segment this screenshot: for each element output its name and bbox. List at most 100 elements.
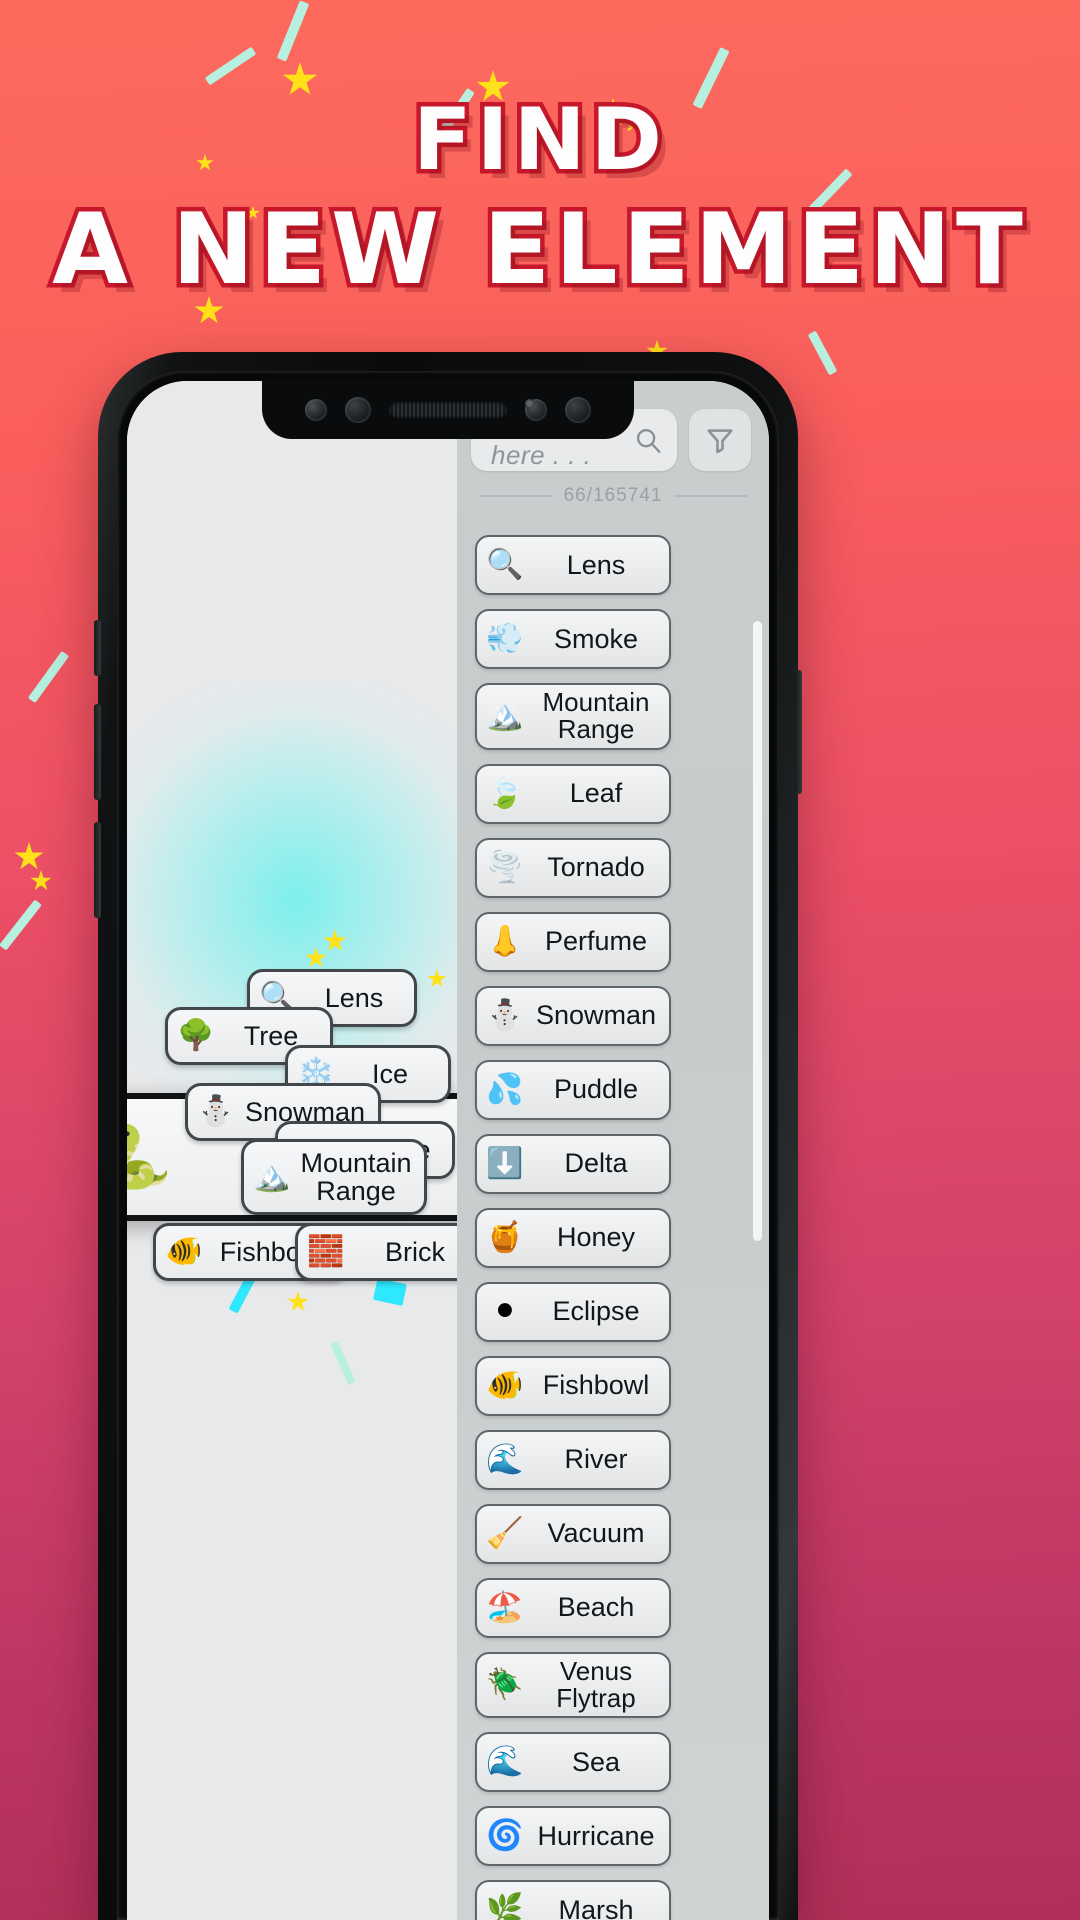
element-chip[interactable]: 🌊 Sea	[475, 1732, 671, 1793]
smoke-emoji: 💨	[486, 621, 524, 656]
river-wave-emoji: 🌊	[486, 1441, 524, 1477]
star-decoration	[287, 1291, 309, 1312]
element-chip-label: Lens	[566, 549, 626, 580]
filter-funnel-icon	[707, 429, 733, 454]
phone-screen: 🐍 Sea Serpent 🔍Lens🌳Tree❄️Ice⛄Snowman⚫Ec…	[127, 381, 769, 1920]
headline: FIND A NEW ELEMENT	[0, 88, 1080, 307]
star-decoration	[14, 842, 44, 870]
confetti-square	[373, 1278, 407, 1306]
canvas-element-chip[interactable]: 🧱 Brick	[295, 1223, 457, 1281]
counter-divider-right	[674, 495, 748, 497]
crafting-canvas[interactable]: 🐍 Sea Serpent 🔍Lens🌳Tree❄️Ice⛄Snowman⚫Ec…	[127, 381, 457, 1920]
element-chip-label: Hurricane	[537, 1821, 655, 1852]
streak-decoration	[438, 87, 475, 137]
element-list-scrollbar[interactable]	[753, 621, 762, 1241]
element-chip-label: Sea	[571, 1747, 621, 1778]
star-decoration	[196, 154, 214, 171]
star-decoration	[323, 929, 347, 951]
element-chip[interactable]: 🏔️ Mountain Range	[475, 683, 671, 750]
element-counter-row: 66/165741	[457, 471, 769, 511]
element-chip-label: Honey	[556, 1222, 636, 1253]
phone-side-button-volume-down[interactable]	[94, 822, 101, 918]
element-chip-label: Vacuum	[547, 1518, 645, 1549]
snowman-emoji: ⛄	[197, 1094, 235, 1129]
phone-side-button-volume-up[interactable]	[94, 704, 101, 800]
element-chip[interactable]: 👃 Perfume	[475, 911, 671, 972]
headline-line-2: A NEW ELEMENT	[48, 193, 1028, 307]
element-chip[interactable]: 🏖️ Beach	[475, 1577, 671, 1638]
venus-flytrap-emoji: 🪲	[486, 1666, 524, 1702]
element-chip[interactable]: 🧹 Vacuum	[475, 1503, 671, 1564]
element-library-panel: Search here . . .	[457, 381, 769, 1920]
honey-pot-emoji: 🍯	[486, 1219, 524, 1255]
element-chip[interactable]: 💨 Smoke	[475, 609, 671, 669]
element-list-scroll-area[interactable]: 🔍 Lens 💨 Smoke 🏔️ Mountain Range 🍃 Leaf 🌪️ Tornado…	[457, 531, 769, 1920]
phone-mockup: 🐍 Sea Serpent 🔍Lens🌳Tree❄️Ice⛄Snowman⚫Ec…	[94, 352, 802, 1920]
streak-decoration	[27, 650, 70, 704]
hurricane-emoji: 🌀	[486, 1818, 524, 1854]
star-decoration	[246, 206, 260, 219]
mountain-range-emoji: 🏔️	[486, 698, 524, 734]
star-decoration	[305, 947, 327, 968]
element-chip-label: Tornado	[547, 852, 645, 883]
search-icon	[636, 428, 661, 453]
element-chip-label: Eclipse	[552, 1296, 640, 1327]
star-decoration	[427, 969, 447, 988]
element-chip[interactable]: ⛄ Snowman	[475, 985, 671, 1046]
element-chip[interactable]: 🔍 Lens	[475, 535, 671, 595]
sea-wave-emoji: 🌊	[486, 1744, 524, 1780]
sea-serpent-emoji: 🐍	[127, 1120, 173, 1193]
element-chip-label: Marsh	[558, 1895, 634, 1920]
app-root: 🐍 Sea Serpent 🔍Lens🌳Tree❄️Ice⛄Snowman⚫Ec…	[127, 381, 769, 1920]
element-chip[interactable]: ⬇️ Delta	[475, 1133, 671, 1194]
element-chip[interactable]: ⚫ Eclipse	[475, 1281, 671, 1342]
star-decoration	[194, 296, 224, 324]
element-chip-label: Leaf	[569, 778, 623, 809]
streak-decoration	[330, 1341, 356, 1385]
element-chip-label: Smoke	[553, 623, 639, 654]
fishbowl-emoji: 🐠	[486, 1367, 524, 1403]
streak-decoration	[204, 46, 257, 86]
snowman-emoji: ⛄	[486, 997, 524, 1033]
canvas-chip-label: Mountain Range	[300, 1147, 412, 1206]
phone-side-button-mute[interactable]	[94, 620, 101, 676]
element-chip[interactable]: 🌿 Marsh	[475, 1880, 671, 1920]
headline-line-1: FIND	[408, 88, 668, 193]
lens-emoji: 🔍	[486, 547, 524, 582]
star-decoration	[476, 70, 510, 101]
counter-divider-left	[479, 495, 552, 497]
element-chip-label: Puddle	[553, 1074, 639, 1105]
star-decoration	[30, 870, 52, 891]
leaf-emoji: 🍃	[486, 775, 524, 811]
front-sensor-icon	[305, 399, 327, 421]
element-chip[interactable]: 🌀 Hurricane	[475, 1806, 671, 1867]
phone-bezel: 🐍 Sea Serpent 🔍Lens🌳Tree❄️Ice⛄Snowman⚫Ec…	[117, 371, 779, 1920]
element-chip[interactable]: 🪲 Venus Flytrap	[475, 1651, 671, 1719]
earpiece-speaker-icon	[389, 402, 507, 418]
element-chip-label: Beach	[557, 1592, 635, 1623]
canvas-chip-label: Brick	[385, 1236, 445, 1267]
streak-decoration	[0, 899, 42, 951]
filter-button[interactable]	[689, 409, 751, 471]
canvas-element-chip[interactable]: 🏔️ Mountain Range	[241, 1139, 427, 1215]
phone-notch	[262, 381, 634, 439]
perfume-nose-emoji: 👃	[486, 923, 524, 959]
vacuum-broom-emoji: 🧹	[486, 1515, 524, 1551]
element-chip[interactable]: 🐠 Fishbowl	[475, 1355, 671, 1416]
puddle-droplets-emoji: 💦	[486, 1071, 524, 1107]
proximity-sensor-icon	[345, 397, 371, 423]
element-chip[interactable]: 🍯 Honey	[475, 1207, 671, 1268]
brick-emoji: 🧱	[307, 1234, 345, 1269]
ambient-light-sensor-icon	[565, 397, 591, 423]
element-chip-label: Delta	[564, 1148, 628, 1179]
element-chip-label: Perfume	[544, 926, 648, 957]
element-chip-label: Fishbowl	[542, 1370, 650, 1401]
star-decoration	[622, 108, 648, 132]
element-chip[interactable]: 🌪️ Tornado	[475, 837, 671, 898]
front-camera-icon	[525, 399, 547, 421]
streak-decoration	[692, 47, 730, 109]
element-chip[interactable]: 💦 Puddle	[475, 1059, 671, 1120]
phone-side-button-power[interactable]	[795, 670, 802, 794]
element-chip[interactable]: 🌊 River	[475, 1429, 671, 1490]
element-chip[interactable]: 🍃 Leaf	[475, 763, 671, 824]
